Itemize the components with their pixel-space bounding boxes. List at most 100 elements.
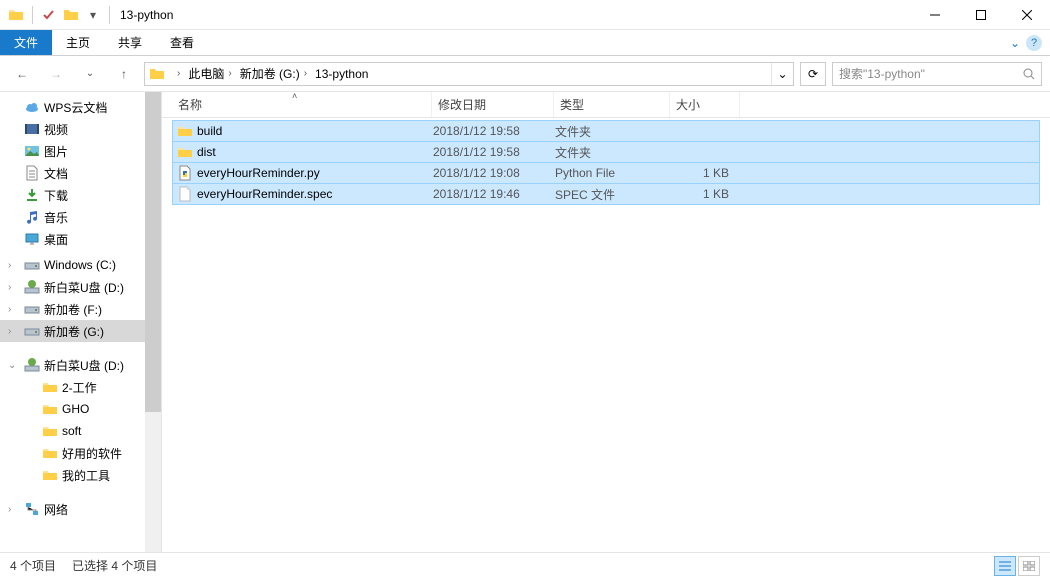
file-row[interactable]: everyHourReminder.spec2018/1/12 19:46SPE… [172,183,1040,205]
view-large-icons-button[interactable] [1018,556,1040,576]
picture-icon [24,143,40,159]
expand-icon[interactable]: ⌄ [8,360,20,371]
file-size: 1 KB [671,187,733,201]
search-input[interactable]: 搜索"13-python" [832,62,1042,86]
tree-item[interactable]: › 新加卷 (G:) [0,320,146,342]
back-button[interactable]: ← [8,62,36,86]
tree-item-label: soft [62,424,81,438]
file-list-pane: ˄ 名称 修改日期 类型 大小 build2018/1/12 19:58文件夹d… [162,92,1050,552]
up-button[interactable]: ↑ [110,62,138,86]
search-placeholder: 搜索"13-python" [839,65,1023,82]
minimize-button[interactable] [912,0,958,30]
file-type: SPEC 文件 [555,186,671,203]
video-icon [24,121,40,137]
folder-icon [175,144,195,160]
tree-item[interactable]: 图片 [0,140,146,162]
column-header-type[interactable]: 类型 [554,92,670,117]
breadcrumb-label: 13-python [315,67,368,81]
forward-button[interactable]: → [42,62,70,86]
tree-item-label: 图片 [44,143,68,160]
view-details-button[interactable] [994,556,1016,576]
file-date: 2018/1/12 19:46 [433,187,555,201]
tree-item[interactable]: 桌面 [0,228,146,250]
scrollbar-thumb[interactable] [145,92,161,412]
doc-icon [24,165,40,181]
tree-item[interactable]: 音乐 [0,206,146,228]
tree-item-label: Windows (C:) [44,258,116,272]
breadcrumb-label: 此电脑 [188,65,224,82]
breadcrumb-label: 新加卷 (G:) [240,65,300,82]
column-header-size[interactable]: 大小 [670,92,740,117]
help-icon[interactable]: ? [1026,35,1042,51]
tab-file[interactable]: 文件 [0,30,52,55]
music-icon [24,209,40,225]
maximize-button[interactable] [958,0,1004,30]
tree-item-label: 2-工作 [62,379,97,396]
tab-home[interactable]: 主页 [52,30,104,55]
file-icon [175,186,195,202]
tree-item[interactable]: ›新加卷 (F:) [0,298,146,320]
close-button[interactable] [1004,0,1050,30]
tree-item[interactable]: ›新白菜U盘 (D:) [0,276,146,298]
tree-item[interactable]: 下载 [0,184,146,206]
folder-icon [175,123,195,139]
tree-item[interactable]: ⌄ 新白菜U盘 (D:) [0,354,146,376]
tab-view[interactable]: 查看 [156,30,208,55]
tree-item[interactable]: WPS云文档 [0,96,146,118]
download-icon [24,187,40,203]
tree-item[interactable]: 文档 [0,162,146,184]
network-icon [24,501,40,517]
breadcrumb-chevron[interactable]: › [169,63,184,85]
desktop-icon [24,231,40,247]
status-item-count: 4 个项目 [10,557,56,574]
expand-icon[interactable]: › [8,326,20,337]
tree-item-label: GHO [62,402,89,416]
sort-indicator-icon: ˄ [292,91,297,101]
qat-properties-icon[interactable] [39,5,59,25]
expand-icon[interactable]: › [8,282,20,293]
scrollbar[interactable] [145,92,161,552]
column-header-name[interactable]: 名称 [172,92,432,117]
expand-icon[interactable]: › [8,304,20,315]
file-date: 2018/1/12 19:08 [433,166,555,180]
column-header-date[interactable]: 修改日期 [432,92,554,117]
tab-share[interactable]: 共享 [104,30,156,55]
tree-item[interactable]: 好用的软件 [0,442,146,464]
drive-icon [24,301,40,317]
file-name: everyHourReminder.py [195,166,433,180]
folder-icon[interactable] [61,5,81,25]
tree-item[interactable]: GHO [0,398,146,420]
tree-item[interactable]: 2-工作 [0,376,146,398]
file-date: 2018/1/12 19:58 [433,145,555,159]
chevron-down-icon[interactable]: ⌄ [1010,36,1020,50]
recent-button[interactable]: ⌄ [76,62,104,86]
folder-icon [42,445,58,461]
tree-item-label: 桌面 [44,231,68,248]
address-bar[interactable]: › 此电脑› 新加卷 (G:)› 13-python ⌄ [144,62,794,86]
file-type: Python File [555,166,671,180]
address-row: ← → ⌄ ↑ › 此电脑› 新加卷 (G:)› 13-python ⌄ ⟳ 搜… [0,56,1050,92]
qat-dropdown-icon[interactable]: ▾ [83,5,103,25]
file-row[interactable]: build2018/1/12 19:58文件夹 [172,120,1040,142]
file-name: everyHourReminder.spec [195,187,433,201]
tree-item[interactable]: 视频 [0,118,146,140]
tree-item[interactable]: › Windows (C:) [0,254,146,276]
tree-item-label: 新加卷 (G:) [44,323,104,340]
expand-icon[interactable]: › [8,504,20,515]
folder-icon [145,63,169,85]
tree-item[interactable]: 我的工具 [0,464,146,486]
tree-item-label: 新白菜U盘 (D:) [44,357,124,374]
tree-item-label: 视频 [44,121,68,138]
tree-item[interactable]: ›网络 [0,498,146,520]
breadcrumb[interactable]: 新加卷 (G:)› [236,63,311,85]
file-row[interactable]: dist2018/1/12 19:58文件夹 [172,141,1040,163]
folder-icon [42,379,58,395]
breadcrumb[interactable]: 此电脑› [184,63,235,85]
file-row[interactable]: everyHourReminder.py2018/1/12 19:08Pytho… [172,162,1040,184]
status-selection: 已选择 4 个项目 [72,557,157,574]
breadcrumb[interactable]: 13-python [311,63,372,85]
expand-icon[interactable]: › [8,260,20,271]
history-dropdown[interactable]: ⌄ [771,63,793,85]
refresh-button[interactable]: ⟳ [800,62,826,86]
tree-item[interactable]: soft [0,420,146,442]
